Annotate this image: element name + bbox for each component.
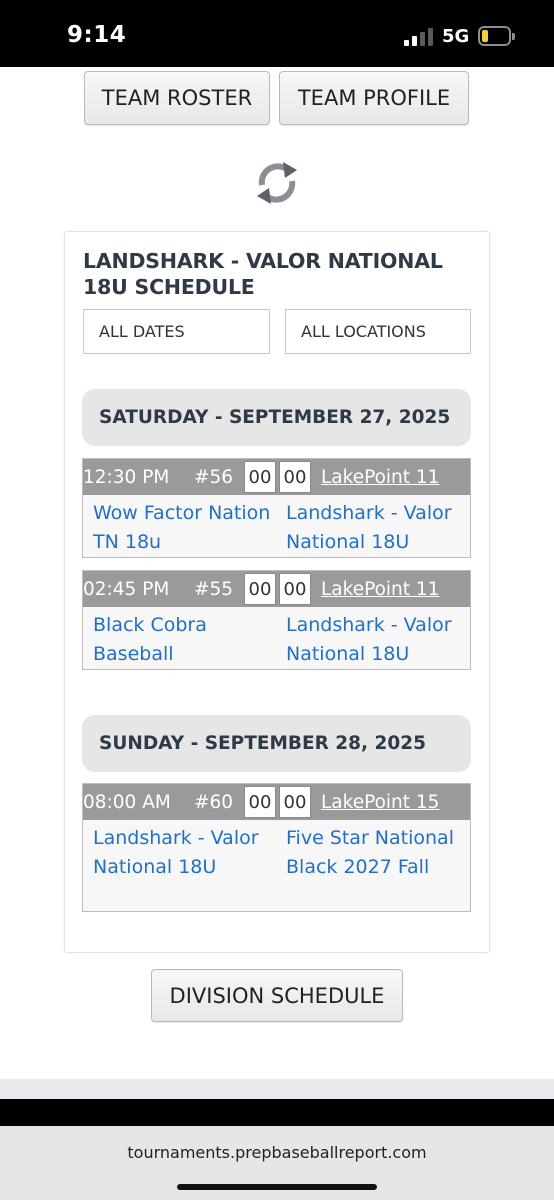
score-away: 00 <box>244 461 276 493</box>
schedule-title: LANDSHARK - VALOR NATIONAL 18U SCHEDULE <box>83 249 443 299</box>
score-home: 00 <box>279 573 311 605</box>
game-info-bar: 08:00 AM #60 00 00 LakePoint 15 <box>83 784 470 820</box>
dates-filter[interactable]: ALL DATES <box>83 309 270 354</box>
game-time: 12:30 PM <box>83 467 170 488</box>
game-time: 08:00 AM <box>83 792 171 813</box>
score-away: 00 <box>244 786 276 818</box>
location-link[interactable]: LakePoint 11 <box>321 579 439 600</box>
game-info-bar: 12:30 PM #56 00 00 LakePoint 11 <box>83 459 470 495</box>
game-info-bar: 02:45 PM #55 00 00 LakePoint 11 <box>83 571 470 607</box>
network-label: 5G <box>442 26 470 47</box>
location-link[interactable]: LakePoint 11 <box>321 467 439 488</box>
game-row: 02:45 PM #55 00 00 LakePoint 11 Black Co… <box>82 570 471 670</box>
refresh-icon[interactable] <box>253 158 301 208</box>
locations-filter[interactable]: ALL LOCATIONS <box>285 309 471 354</box>
day-header: SUNDAY - SEPTEMBER 28, 2025 <box>82 715 471 772</box>
game-teams: Wow Factor Nation TN 18u Landshark - Val… <box>83 495 470 557</box>
game-number: #56 <box>194 467 234 488</box>
page-footer-band <box>0 1079 554 1099</box>
home-indicator[interactable] <box>177 1184 377 1190</box>
team-roster-button[interactable]: TEAM ROSTER <box>84 71 270 125</box>
game-time: 02:45 PM <box>83 579 170 600</box>
team-link[interactable]: Landshark - Valor National 18U <box>286 499 466 557</box>
team-link[interactable]: Landshark - Valor National 18U <box>93 824 278 882</box>
score-home: 00 <box>279 786 311 818</box>
team-profile-button[interactable]: TEAM PROFILE <box>279 71 469 125</box>
game-teams: Black Cobra Baseball Landshark - Valor N… <box>83 607 470 669</box>
footer-black-band <box>0 1099 554 1126</box>
url-text[interactable]: tournaments.prepbaseballreport.com <box>0 1143 554 1162</box>
status-time: 9:14 <box>67 22 127 48</box>
team-link[interactable]: Landshark - Valor National 18U <box>286 611 466 669</box>
score-away: 00 <box>244 573 276 605</box>
game-number: #60 <box>194 792 234 813</box>
game-row: 08:00 AM #60 00 00 LakePoint 15 Landshar… <box>82 783 471 912</box>
location-link[interactable]: LakePoint 15 <box>321 792 439 813</box>
game-teams: Landshark - Valor National 18U Five Star… <box>83 820 470 911</box>
division-schedule-button[interactable]: DIVISION SCHEDULE <box>151 969 403 1022</box>
team-link[interactable]: Black Cobra Baseball <box>93 611 278 669</box>
game-number: #55 <box>194 579 234 600</box>
battery-icon <box>478 26 515 46</box>
score-home: 00 <box>279 461 311 493</box>
team-link[interactable]: Wow Factor Nation TN 18u <box>93 499 278 557</box>
team-link[interactable]: Five Star National Black 2027 Fall <box>286 824 466 882</box>
game-row: 12:30 PM #56 00 00 LakePoint 11 Wow Fact… <box>82 458 471 558</box>
signal-icon <box>404 28 436 46</box>
status-bar: 9:14 5G <box>0 0 554 67</box>
day-header: SATURDAY - SEPTEMBER 27, 2025 <box>82 389 471 446</box>
